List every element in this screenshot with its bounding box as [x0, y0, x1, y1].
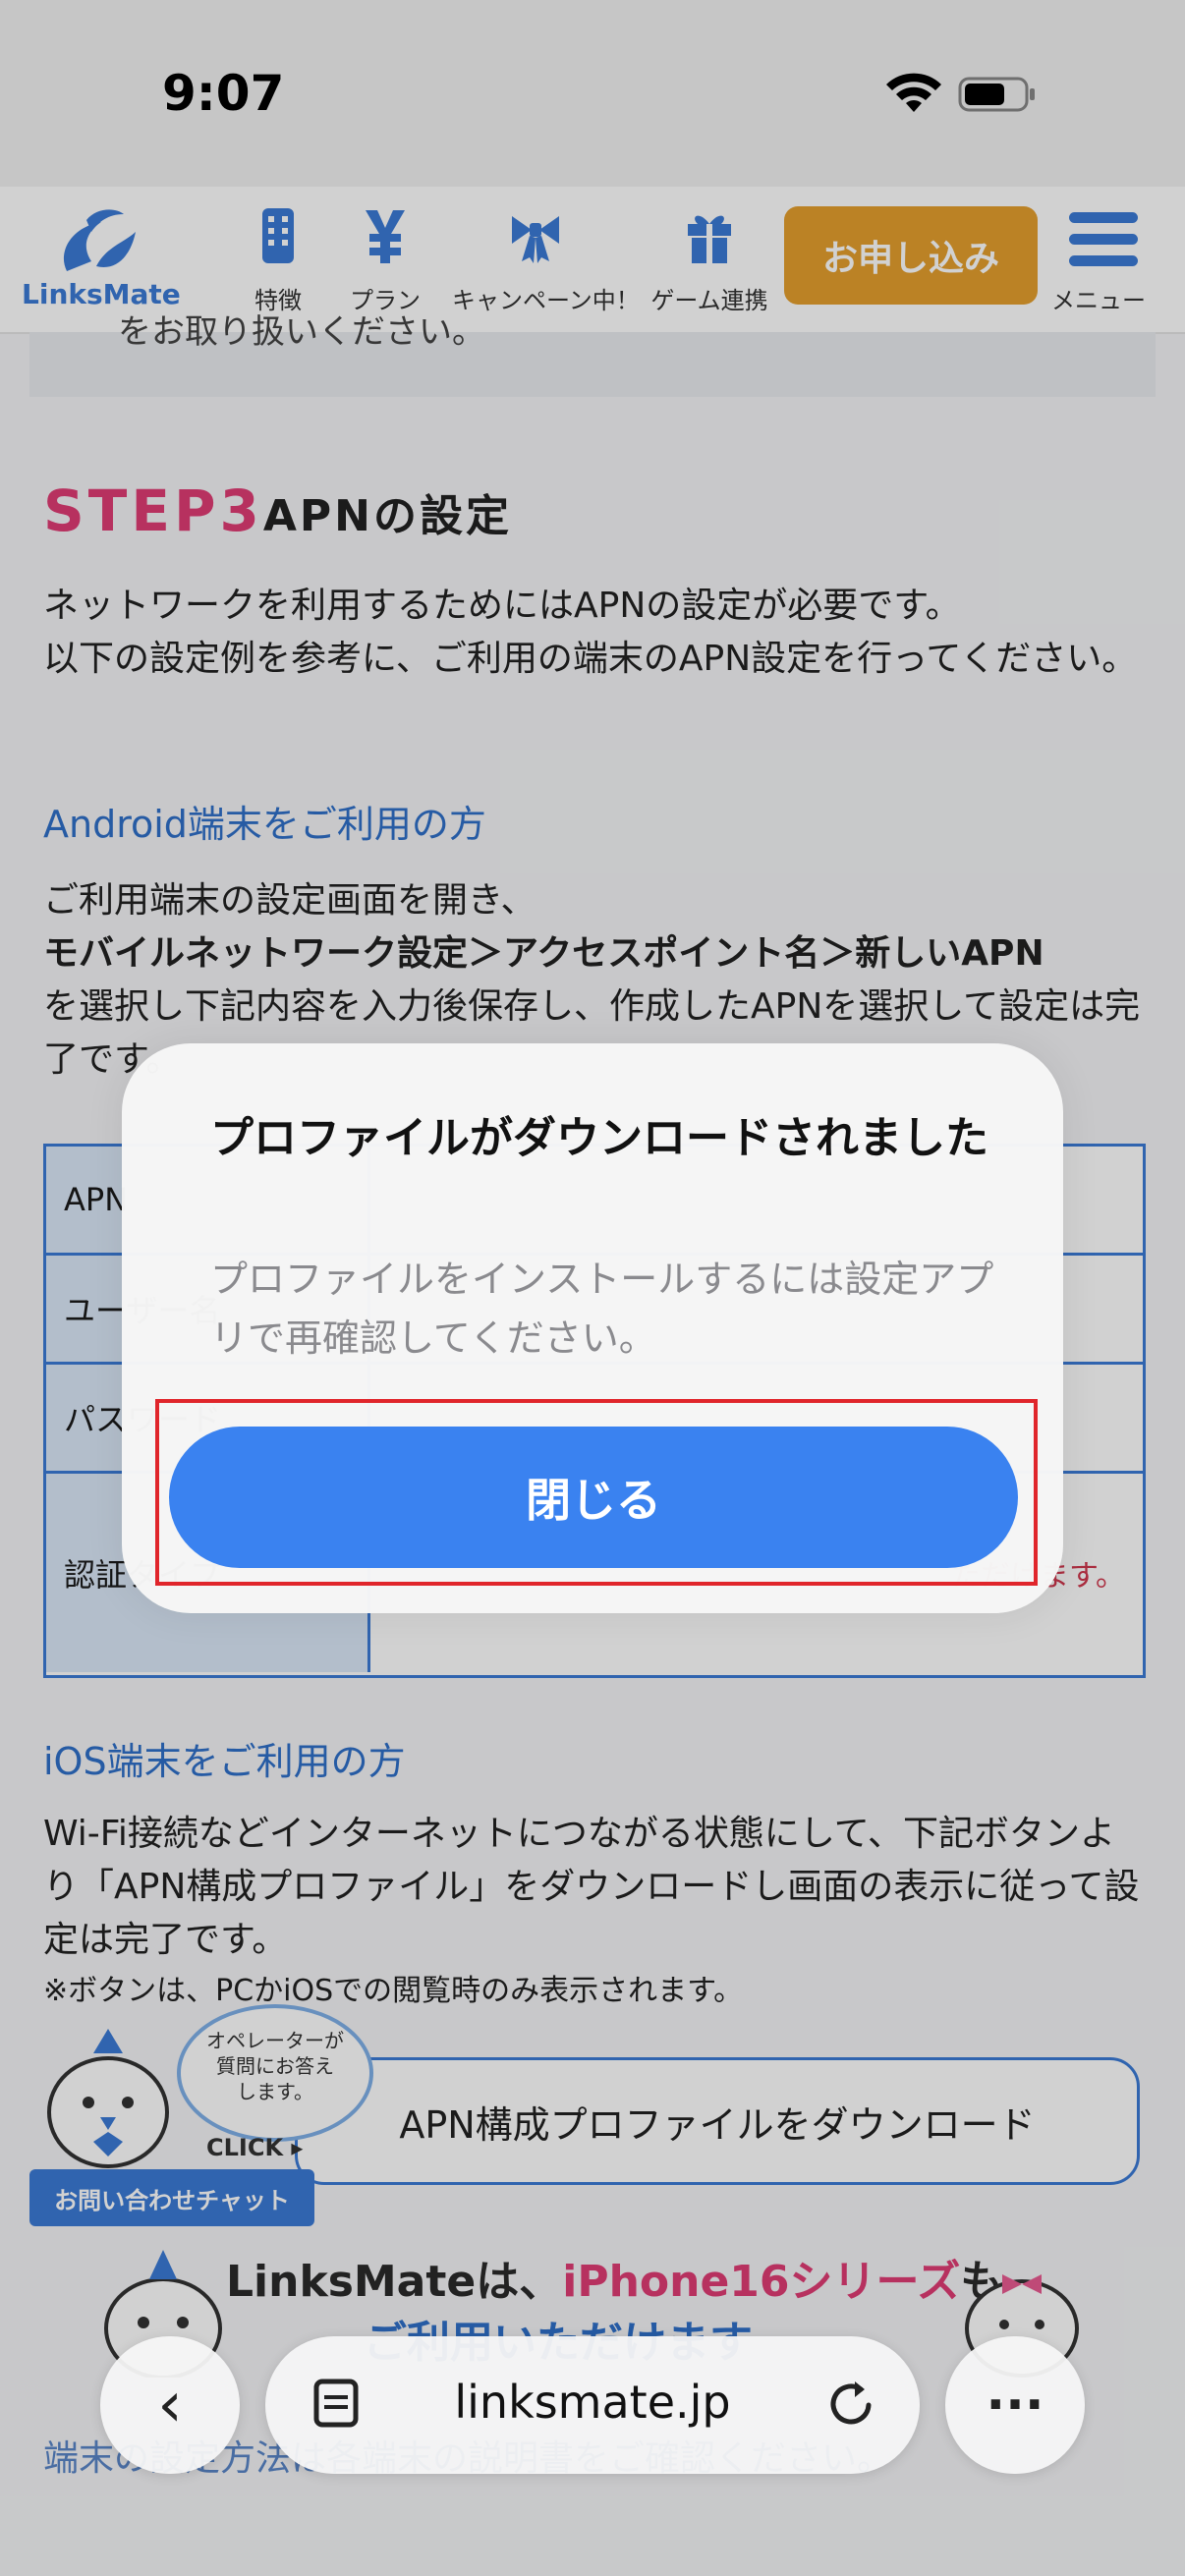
back-button[interactable]: ‹: [100, 2336, 240, 2474]
alert-title: プロファイルがダウンロードされました: [210, 1113, 988, 1163]
alert-message: プロファイルをインストールするには設定アプリで再確認してください。: [210, 1258, 994, 1360]
url-text: linksmate.jp: [454, 2376, 731, 2429]
address-bar[interactable]: linksmate.jp: [265, 2336, 920, 2474]
ellipsis-icon: ···: [986, 2376, 1044, 2435]
more-button[interactable]: ···: [945, 2336, 1085, 2474]
highlight-box: [155, 1399, 1038, 1586]
chevron-left-icon: ‹: [157, 2369, 183, 2441]
reload-icon[interactable]: [823, 2376, 880, 2433]
